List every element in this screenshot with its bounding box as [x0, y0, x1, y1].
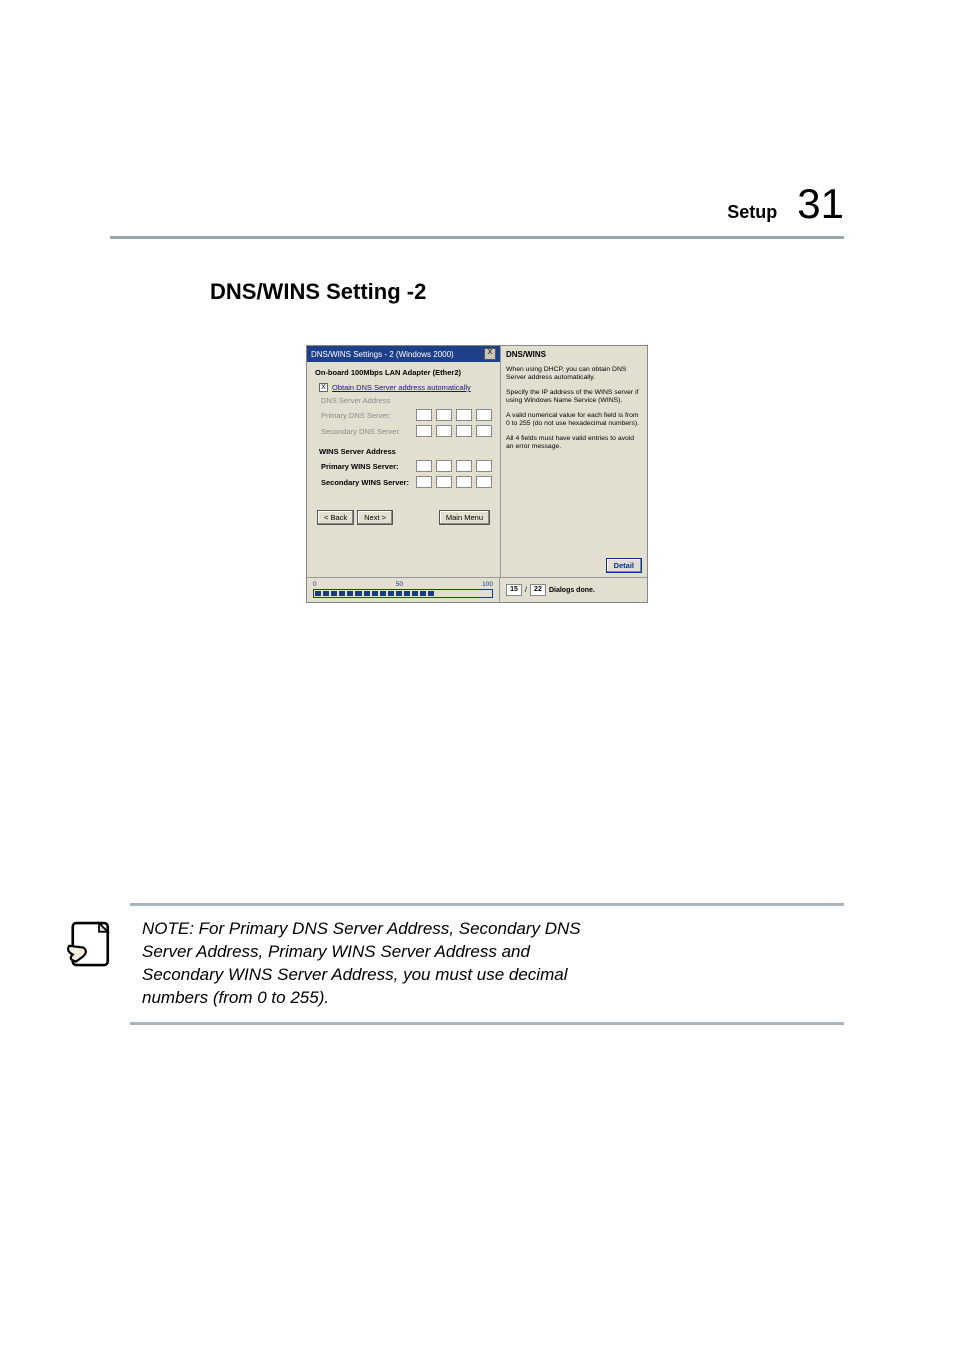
dialog-title: DNS/WINS Settings - 2 (Windows 2000) — [311, 350, 454, 359]
secondary-wins-label: Secondary WINS Server: — [321, 478, 409, 487]
progress-scale: 0 50 100 — [313, 581, 493, 588]
detail-button[interactable]: Detail — [606, 558, 642, 573]
primary-wins-input[interactable]: ... — [416, 460, 492, 472]
note-text: NOTE: For Primary DNS Server Address, Se… — [142, 912, 602, 1016]
page-header: Setup 31 — [110, 180, 844, 239]
secondary-wins-input[interactable]: ... — [416, 476, 492, 488]
dialog-screenshot: DNS/WINS Settings - 2 (Windows 2000) X O… — [306, 345, 648, 603]
help-text-2: Specify the IP address of the WINS serve… — [506, 389, 642, 406]
help-text-3: A valid numerical value for each field i… — [506, 412, 642, 429]
obtain-dns-label: Obtain DNS Server address automatically — [332, 383, 471, 392]
page-number: 31 — [797, 180, 844, 228]
dialog-titlebar: DNS/WINS Settings - 2 (Windows 2000) X — [307, 346, 500, 362]
adapter-label: On-board 100Mbps LAN Adapter (Ether2) — [315, 368, 492, 377]
next-button[interactable]: Next > — [357, 510, 393, 525]
back-button[interactable]: < Back — [317, 510, 354, 525]
primary-dns-label: Primary DNS Server: — [321, 411, 391, 420]
obtain-dns-checkbox[interactable]: X — [319, 383, 328, 392]
dns-group-label: DNS Server Address — [321, 396, 390, 405]
primary-dns-input[interactable]: ... — [416, 409, 492, 421]
help-title: DNS/WINS — [506, 350, 642, 360]
help-text-1: When using DHCP, you can obtain DNS Serv… — [506, 366, 642, 383]
dialogs-total: 22 — [530, 584, 546, 596]
note-block: NOTE: For Primary DNS Server Address, Se… — [130, 903, 844, 1025]
primary-wins-label: Primary WINS Server: — [321, 462, 399, 471]
note-icon — [64, 916, 120, 972]
main-menu-button[interactable]: Main Menu — [439, 510, 490, 525]
progress-bar — [313, 589, 493, 598]
secondary-dns-label: Secondary DNS Server: — [321, 427, 401, 436]
help-text-4: All 4 fields must have valid entries to … — [506, 435, 642, 452]
dialogs-done-label: Dialogs done. — [549, 587, 595, 594]
close-icon[interactable]: X — [484, 348, 496, 360]
header-label: Setup — [727, 202, 777, 223]
section-title: DNS/WINS Setting -2 — [210, 279, 844, 305]
dialogs-done-status: 15 / 22 Dialogs done. — [500, 578, 647, 602]
dialogs-current: 15 — [506, 584, 522, 596]
secondary-dns-input[interactable]: ... — [416, 425, 492, 437]
wins-group-label: WINS Server Address — [319, 447, 492, 456]
